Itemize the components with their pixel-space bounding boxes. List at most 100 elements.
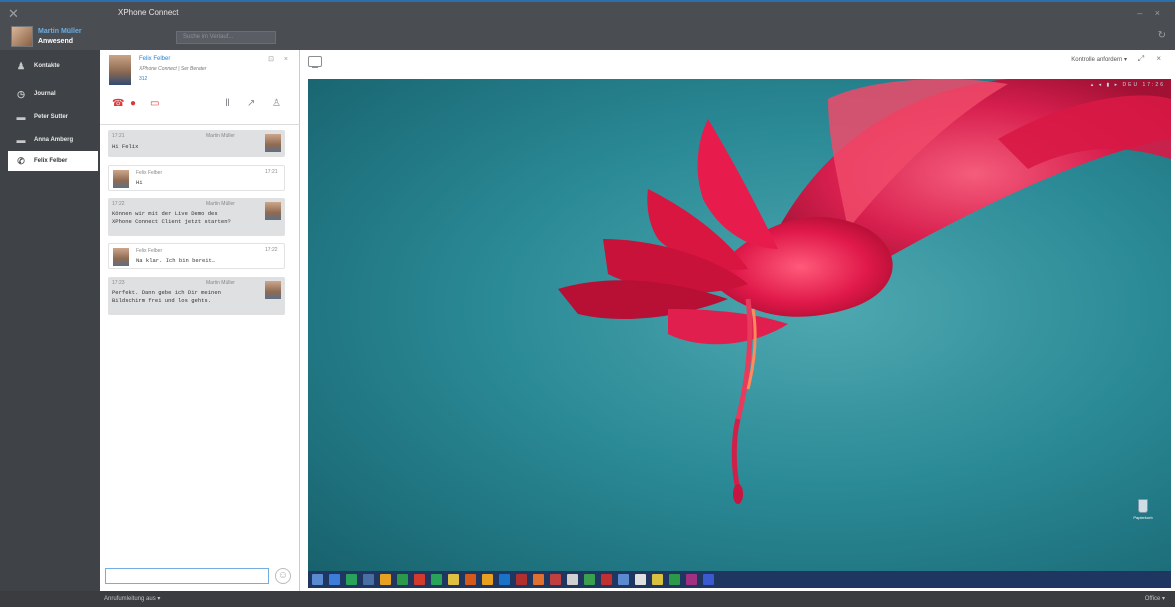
system-tray: ▴ ◂ ▮ ▸ DEU 17:26 (1090, 82, 1165, 88)
sidebar-item-label: Anna Amberg (34, 137, 74, 143)
message-bubble: Felix Felber 17:22 Na klar. Ich bin bere… (108, 243, 285, 269)
user-name: Martin Müller (38, 28, 82, 35)
message-author: Martin Müller (206, 280, 235, 286)
refresh-icon[interactable]: ↻ (1158, 30, 1166, 41)
recycle-bin[interactable]: Papierkorb (1133, 499, 1153, 523)
contact-subtitle: XPhone Connect | Ser Berater (139, 66, 207, 72)
pane-window-controls[interactable]: ⤢ × (1138, 54, 1166, 64)
taskbar-app-icon[interactable] (703, 574, 714, 585)
message-author: Felix Felber (136, 248, 163, 254)
chat-toolbar: ☎ ● ▭ Ⅱ ↗ ♙ (100, 97, 300, 115)
avatar (265, 281, 281, 299)
message-time: 17:22 (265, 247, 278, 253)
message-text: Na klar. Ich bin bereit… (136, 257, 216, 264)
contact-name[interactable]: Felix Felber (139, 56, 170, 62)
avatar (113, 170, 129, 188)
screen-share-pane: Kontrolle anfordern ▾ ⤢ × Papierkorb ▴ ◂… (300, 50, 1175, 591)
taskbar-app-icon[interactable] (584, 574, 595, 585)
sidebar-item-journal[interactable]: ◷ Journal (8, 84, 98, 104)
divider (100, 124, 300, 125)
taskbar-app-icon[interactable] (329, 574, 340, 585)
taskbar-app-icon[interactable] (533, 574, 544, 585)
message-time: 17:23 (112, 280, 125, 286)
window-controls[interactable]: – × (1137, 8, 1165, 18)
message-text: Hi Felix (112, 143, 139, 150)
taskbar-app-icon[interactable] (465, 574, 476, 585)
message-time: 17:21 (265, 169, 278, 175)
add-participant-icon[interactable]: ♙ (272, 99, 281, 109)
sidebar-item-peter-sutter[interactable]: ▬ Peter Sutter (8, 107, 98, 127)
avatar[interactable] (11, 26, 33, 47)
taskbar-app-icon[interactable] (516, 574, 527, 585)
sidebar-item-felix-felber[interactable]: ✆ Felix Felber (8, 151, 98, 171)
taskbar-app-icon[interactable] (550, 574, 561, 585)
chat-icon: ▬ (16, 112, 26, 122)
call-forwarding-status[interactable]: Anrufumleitung aus ▾ (104, 595, 160, 602)
trash-icon (1138, 499, 1148, 513)
taskbar-app-icon[interactable] (431, 574, 442, 585)
message-time: 17:21 (112, 133, 125, 139)
avatar (265, 202, 281, 220)
app-window: ✕ XPhone Connect Suche im Verlauf... – ×… (0, 0, 1175, 607)
taskbar-app-icon[interactable] (482, 574, 493, 585)
taskbar-app-icon[interactable] (363, 574, 374, 585)
taskbar-app-icon[interactable] (567, 574, 578, 585)
taskbar-app-icon[interactable] (448, 574, 459, 585)
taskbar-app-icon[interactable] (618, 574, 629, 585)
status-bar: Anrufumleitung aus ▾ Office ▾ (0, 591, 1175, 607)
clock-icon: ◷ (17, 88, 25, 99)
start-icon[interactable] (312, 574, 323, 585)
taskbar-app-icon[interactable] (686, 574, 697, 585)
taskbar-app-icon[interactable] (601, 574, 612, 585)
taskbar-app-icon[interactable] (499, 574, 510, 585)
hangup-icon[interactable]: ☎ (112, 99, 124, 109)
transfer-icon[interactable]: ↗ (247, 99, 255, 109)
search-input[interactable]: Suche im Verlauf... (176, 31, 276, 44)
message-time: 17:22 (112, 201, 125, 207)
avatar (113, 248, 129, 266)
taskbar-app-icon[interactable] (669, 574, 680, 585)
remote-taskbar (308, 571, 1171, 588)
sidebar-item-contacts[interactable]: ♟ Kontakte (8, 56, 98, 76)
taskbar-app-icon[interactable] (380, 574, 391, 585)
message-author: Felix Felber (136, 170, 163, 176)
taskbar-app-icon[interactable] (397, 574, 408, 585)
shared-desktop[interactable]: Papierkorb ▴ ◂ ▮ ▸ DEU 17:26 (308, 79, 1171, 588)
chat-panel: Felix Felber XPhone Connect | Ser Berate… (100, 50, 300, 591)
sidebar-item-label: Peter Sutter (34, 114, 69, 120)
flower-wallpaper (558, 79, 1171, 504)
taskbar-app-icon[interactable] (414, 574, 425, 585)
close-icon[interactable]: ✕ (8, 6, 19, 22)
message-author: Martin Müller (206, 133, 235, 139)
request-control-button[interactable]: Kontrolle anfordern ▾ (1071, 56, 1127, 63)
screen-share-icon[interactable]: ▭ (150, 99, 159, 109)
avatar (265, 134, 281, 152)
office-status[interactable]: Office ▾ (1145, 595, 1165, 602)
avatar (109, 55, 131, 85)
contact-extension[interactable]: 312 (139, 76, 147, 82)
message-input[interactable] (105, 568, 269, 584)
taskbar-app-icon[interactable] (635, 574, 646, 585)
taskbar-app-icon[interactable] (346, 574, 357, 585)
contact-header-icons[interactable]: ⊡ × (268, 55, 292, 63)
message-bubble: 17:23 Martin Müller Perfekt. Dann gebe i… (108, 277, 285, 315)
pause-icon[interactable]: Ⅱ (225, 99, 230, 109)
sidebar-item-anna-amberg[interactable]: ▬ Anna Amberg (8, 130, 98, 150)
contacts-icon: ♟ (16, 60, 26, 71)
taskbar-app-icon[interactable] (652, 574, 663, 585)
sidebar-item-label: Felix Felber (34, 158, 68, 164)
title-bar: ✕ XPhone Connect Suche im Verlauf... – ×… (0, 0, 1175, 50)
presence-status[interactable]: Anwesend (38, 38, 73, 45)
message-bubble: Felix Felber 17:21 Hi (108, 165, 285, 191)
chat-icon[interactable]: ● (130, 99, 136, 109)
message-author: Martin Müller (206, 201, 235, 207)
monitor-icon[interactable] (308, 56, 322, 68)
sidebar-item-label: Kontakte (34, 63, 60, 69)
emoji-icon[interactable]: ☺ (275, 568, 291, 584)
message-bubble: 17:21 Martin Müller Hi Felix (108, 130, 285, 157)
chat-icon: ▬ (16, 135, 26, 145)
sidebar-item-label: Journal (34, 91, 56, 97)
message-text: Hi (136, 179, 143, 186)
message-bubble: 17:22 Martin Müller Können wir mit der L… (108, 198, 285, 236)
recycle-bin-label: Papierkorb (1133, 515, 1153, 520)
